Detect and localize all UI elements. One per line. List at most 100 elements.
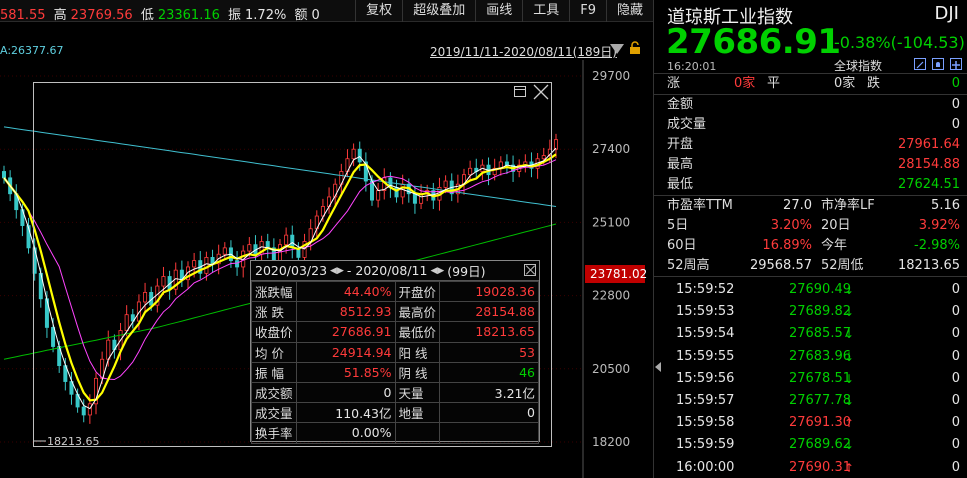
- stats-value: 44.40%: [295, 280, 396, 303]
- stat-label: 今年: [821, 238, 848, 253]
- stat-label: 60日: [667, 238, 697, 253]
- stats-value: [439, 422, 539, 444]
- index-code: DJI: [934, 3, 959, 24]
- menu-hide[interactable]: 隐藏: [605, 0, 653, 22]
- stat-value: 3.20%: [770, 218, 812, 233]
- end-stepper-icon[interactable]: ◀▶: [430, 266, 444, 276]
- stats-label: 最高价: [394, 301, 441, 323]
- quote-label: 最低: [667, 177, 694, 192]
- menu-restore-rights[interactable]: 复权: [355, 0, 402, 22]
- menu-tools[interactable]: 工具: [522, 0, 569, 22]
- stats-label: 振 幅: [251, 361, 297, 383]
- quote-time: 16:20:01: [667, 60, 717, 73]
- flat-count: 0家: [834, 76, 856, 91]
- arrow-down-icon: ↓: [844, 394, 855, 408]
- amplitude-value: 1.72%: [245, 8, 287, 23]
- quote-row: 开盘 27961.64: [654, 135, 967, 155]
- candle-body: [400, 183, 405, 198]
- stats-label: 涨 跌: [251, 301, 297, 323]
- quote-label: 金额: [667, 97, 694, 112]
- range-dropdown-icon[interactable]: [610, 44, 624, 54]
- quote-label: 开盘: [667, 137, 694, 152]
- maximize-icon[interactable]: [514, 86, 526, 97]
- candle-body: [192, 260, 197, 268]
- stat-label: 市盈率TTM: [667, 198, 733, 213]
- tick-volume: 0: [951, 348, 960, 364]
- price-tick-label: 20500: [592, 362, 630, 376]
- stats-label: 最低价: [394, 321, 441, 343]
- interval-end[interactable]: 2020/08/11: [355, 263, 427, 278]
- start-stepper-icon[interactable]: ◀▶: [330, 266, 344, 276]
- tick-price: 27689.62: [788, 437, 851, 453]
- quote-value: 0: [951, 97, 960, 112]
- stat-value: 5.16: [931, 198, 960, 213]
- price-change: -0.38%(-104.53): [834, 33, 965, 52]
- quote-value: 0: [951, 117, 960, 132]
- candle-body: [222, 247, 227, 255]
- ma120-line: [3, 126, 557, 207]
- tick-time: 15:59:57: [676, 393, 735, 408]
- menu-f9[interactable]: F9: [569, 0, 606, 22]
- stats-value: 19028.36: [439, 280, 539, 303]
- advance-decline-row: 涨 0家 平 0家 跌 0: [654, 74, 967, 94]
- tick-time: 15:59:58: [676, 415, 735, 431]
- stats-row: 成交额 0 天量 3.21亿: [251, 381, 539, 404]
- popup-close-icon[interactable]: [524, 264, 536, 276]
- tick-row: 15:59:53 27689.82 ↓ 0: [654, 301, 967, 323]
- amount-label: 额: [294, 8, 308, 23]
- tick-volume: 0: [951, 370, 960, 386]
- stat-label: 市净率LF: [821, 198, 875, 213]
- candle-body: [2, 171, 7, 179]
- stats-label: 开盘价: [394, 280, 441, 303]
- price-tick-label: 18200: [592, 435, 630, 449]
- stats-label: 收盘价: [251, 321, 297, 343]
- date-range-selector[interactable]: 2019/11/11-2020/08/11(189日): [430, 43, 617, 60]
- tick-row: 16:00:00 27690.31 ↑ 0: [654, 457, 967, 478]
- stats-label: 成交量: [251, 402, 297, 424]
- stats-row: 成交量 110.43亿 地量 0: [251, 402, 539, 424]
- flat-label: 平: [767, 76, 781, 91]
- stat-value: 29568.57: [749, 258, 812, 273]
- alert-icon[interactable]: [932, 58, 944, 70]
- stats-label: 地量: [394, 402, 441, 424]
- candle-body: [51, 327, 56, 347]
- tick-time: 15:59:53: [676, 304, 735, 320]
- tick-time: 15:59:55: [676, 348, 735, 364]
- edit-icon[interactable]: [914, 58, 926, 70]
- stats-row: 涨跌幅 44.40% 开盘价 19028.36: [251, 280, 539, 303]
- arrow-down-icon: ↓: [844, 438, 855, 453]
- down-label: 跌: [867, 76, 881, 91]
- tick-volume: 0: [951, 326, 960, 342]
- add-icon[interactable]: [950, 58, 962, 70]
- stat-label: 20日: [821, 218, 851, 233]
- interval-start[interactable]: 2020/03/23: [255, 263, 327, 278]
- stats-value: 3.21亿: [439, 381, 539, 404]
- candle-body: [443, 180, 448, 188]
- global-index-link[interactable]: 全球指数: [834, 57, 882, 74]
- stats-value: 18213.65: [439, 321, 539, 343]
- tick-price: 27691.30: [788, 415, 851, 431]
- menu-super-overlay[interactable]: 超级叠加: [402, 0, 475, 22]
- price-tick-label: 27400: [592, 142, 630, 156]
- quote-value: 27961.64: [897, 137, 960, 152]
- tick-time: 15:59:54: [676, 326, 735, 342]
- stats-value: 53: [439, 341, 539, 363]
- tick-volume: 0: [951, 393, 960, 408]
- stat-value: 3.92%: [918, 218, 960, 233]
- candle-body: [124, 314, 129, 332]
- up-count: 0家: [734, 76, 756, 91]
- interval-sep: -: [346, 263, 352, 278]
- tick-time: 15:59:52: [676, 282, 735, 297]
- candle-body: [106, 339, 111, 360]
- stats-value: 110.43亿: [295, 402, 396, 424]
- quote-panel: 道琼斯工业指数 DJI 27686.91 -0.38%(-104.53) 16:…: [653, 0, 967, 478]
- stat-row: 5日 3.20% 20日 3.92%: [654, 216, 967, 236]
- menu-draw-line[interactable]: 画线: [475, 0, 522, 22]
- price-axis: 29700 27400 25100 22800 20500 18200: [592, 69, 630, 449]
- lock-icon[interactable]: [628, 41, 642, 55]
- price-tick-label: 29700: [592, 69, 630, 83]
- quote-row: 最低 27624.51: [654, 175, 967, 195]
- quote-row: 成交量 0: [654, 115, 967, 135]
- close-icon[interactable]: [532, 83, 550, 101]
- low-value: 23361.16: [157, 8, 220, 23]
